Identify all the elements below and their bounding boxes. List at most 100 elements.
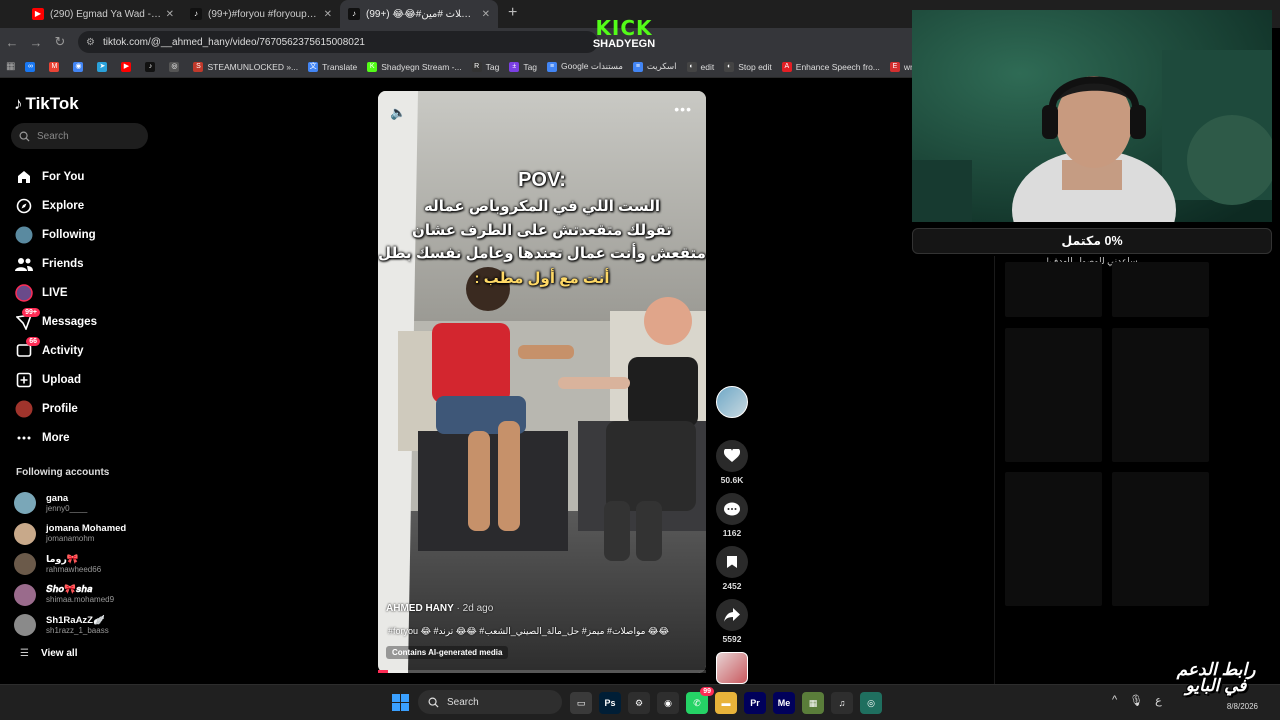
tiktok-logo[interactable]: ♪ TikTok xyxy=(14,94,79,114)
comment-button[interactable] xyxy=(716,493,748,525)
sidebar-item-for-you[interactable]: For You xyxy=(14,162,97,191)
following-account[interactable]: روما🎀 rahmawheed66 xyxy=(14,549,126,580)
folder-icon[interactable]: ▬ xyxy=(715,692,737,714)
tab-close-icon[interactable]: ✕ xyxy=(324,9,332,20)
gallery-icon[interactable]: ▦ xyxy=(802,692,824,714)
file-explorer-icon[interactable]: ▭ xyxy=(570,692,592,714)
sidebar-item-explore[interactable]: Explore xyxy=(14,191,97,220)
tiktok-icon: ♪ xyxy=(145,61,156,72)
sidebar-item-label: LIVE xyxy=(42,286,68,299)
obs-icon[interactable]: ◎ xyxy=(860,692,882,714)
video-progress-bar[interactable] xyxy=(378,670,706,673)
bookmark-item[interactable]: ± Tag xyxy=(509,61,537,72)
microphone-icon[interactable]: 🎙 xyxy=(1129,694,1143,707)
view-all-label: View all xyxy=(40,648,78,659)
windows-start-icon[interactable] xyxy=(392,694,409,716)
thumbnail[interactable] xyxy=(1005,472,1102,606)
settings-app-icon[interactable]: ⚙ xyxy=(628,692,650,714)
bookmark-label: Tag xyxy=(485,61,500,72)
photoshop-icon[interactable]: Ps xyxy=(599,692,621,714)
bookmark-item[interactable]: ∞ xyxy=(25,61,39,72)
bookmark-item[interactable]: S STEAMUNLOCKED »... xyxy=(193,61,298,72)
bookmark-item[interactable]: M xyxy=(49,61,63,72)
audio-icon[interactable]: ♫ xyxy=(831,692,853,714)
author-name[interactable]: AHMED HANY xyxy=(386,603,454,614)
thumbnail[interactable] xyxy=(1112,262,1209,317)
view-all-button[interactable]: ☰ View all xyxy=(20,648,77,659)
following-account[interactable]: Sh1RaAzZ🪽 sh1razz_1_baass xyxy=(14,610,126,641)
sidebar-item-more[interactable]: More xyxy=(14,423,97,452)
url-text: tiktok.com/@__ahmed_hany/video/767056237… xyxy=(102,36,365,48)
bookmark-item[interactable]: ◎ xyxy=(169,61,183,72)
video-player[interactable]: 🔈 ••• POV: الست اللي في المكروباص عماله … xyxy=(378,91,706,673)
edit-icon: ◐ xyxy=(686,61,697,72)
bookmark-item[interactable]: Ewrite arabic xyxy=(889,61,912,72)
apps-grid-icon[interactable]: ▦ xyxy=(6,61,15,72)
site-info-icon[interactable]: ⚙ xyxy=(86,37,95,48)
whatsapp-badge: 99 xyxy=(700,687,714,696)
browser-tab[interactable]: ▶ (290) Egmad Ya Wad - YouTube ✕ xyxy=(24,0,182,28)
chrome-taskbar-icon[interactable]: ◉ xyxy=(657,692,679,714)
sound-disc-icon[interactable] xyxy=(716,652,748,684)
sidebar-item-friends[interactable]: Friends xyxy=(14,249,97,278)
sidebar-item-upload[interactable]: Upload xyxy=(14,365,97,394)
account-handle: shimaa.mohamed9 xyxy=(46,595,115,605)
video-hashtags[interactable]: 😂😂 مواصلات# ميمز# حل_مالة_الصيني_الشعب# … xyxy=(388,626,688,637)
premiere-icon[interactable]: Pr xyxy=(744,692,766,714)
bookmark-item[interactable]: ≡ Google مستندات xyxy=(547,61,623,72)
support-link-watermark: رابط الدعم في البايو xyxy=(1168,661,1264,694)
following-account[interactable]: gana jenny0____ xyxy=(14,488,126,519)
bookmark-item[interactable]: ◐ Stop edit xyxy=(724,61,772,72)
bookmark-item[interactable]: ◉ xyxy=(73,61,87,72)
bookmark-item[interactable]: ♪ xyxy=(145,61,159,72)
tag-icon: R xyxy=(471,61,482,72)
following-account[interactable]: 𝑺𝒉𝒐🎀𝒔𝒉𝒂 shimaa.mohamed9 xyxy=(14,580,126,611)
thumbnail[interactable] xyxy=(1005,262,1102,317)
new-tab-button[interactable]: + xyxy=(498,0,527,28)
tab-close-icon[interactable]: ✕ xyxy=(166,9,174,20)
whatsapp-icon[interactable]: ✆ 99 xyxy=(686,687,714,714)
language-icon[interactable]: ع xyxy=(1155,694,1162,707)
thumbnail[interactable] xyxy=(1005,328,1102,462)
like-button[interactable] xyxy=(716,440,748,472)
bookmark-item[interactable]: ▶ xyxy=(121,61,135,72)
clock-date: 8/8/2026 xyxy=(1226,702,1258,711)
forward-icon[interactable]: → xyxy=(24,35,48,50)
following-account[interactable]: jomana Mohamed jomanamohm xyxy=(14,519,126,550)
thumbnail[interactable] xyxy=(1112,472,1209,606)
tab-close-icon[interactable]: ✕ xyxy=(482,9,490,20)
taskbar-search[interactable]: Search xyxy=(418,690,562,714)
browser-tab[interactable]: ♪ (99+) 😂😂#مواصلات #مين ✕ xyxy=(340,0,498,28)
sidebar-item-profile[interactable]: Profile xyxy=(14,394,97,423)
thumbnail[interactable] xyxy=(1112,328,1209,462)
tray-chevron-icon[interactable]: ^ xyxy=(1112,694,1117,707)
reload-icon[interactable]: ↻ xyxy=(48,34,72,50)
bookmark-item[interactable]: A Enhance Speech fro... xyxy=(781,61,880,72)
video-author[interactable]: AHMED HANY · 2d ago xyxy=(386,603,493,614)
creator-avatar[interactable] xyxy=(716,386,748,418)
sidebar-item-following[interactable]: Following xyxy=(14,220,97,249)
sidebar-item-live[interactable]: LIVE xyxy=(14,278,97,307)
save-button[interactable] xyxy=(716,546,748,578)
following-accounts-title: Following accounts xyxy=(16,467,110,478)
share-button[interactable] xyxy=(716,599,748,631)
bookmark-item[interactable]: R Tag xyxy=(471,61,500,72)
media-encoder-icon[interactable]: Me xyxy=(773,692,795,714)
video-more-icon[interactable]: ••• xyxy=(674,101,692,117)
search-input[interactable]: Search xyxy=(11,123,148,149)
sidebar-item-label: Friends xyxy=(42,257,84,270)
back-icon[interactable]: ← xyxy=(0,35,24,50)
sidebar-item-activity[interactable]: 66 Activity xyxy=(14,336,97,365)
youtube-icon: ▶ xyxy=(121,61,132,72)
browser-tab[interactable]: ♪ (99+)#foryou #foryoupage #fy ✕ xyxy=(182,0,340,28)
mute-icon[interactable]: 🔈 xyxy=(390,105,406,121)
bookmark-item[interactable]: 文 Translate xyxy=(308,61,357,72)
url-bar[interactable]: ⚙ tiktok.com/@__ahmed_hany/video/7670562… xyxy=(78,31,598,53)
bookmark-item[interactable]: ➤ xyxy=(97,61,111,72)
account-name: 𝑺𝒉𝒐🎀𝒔𝒉𝒂 xyxy=(46,584,93,596)
sidebar-item-messages[interactable]: 99+ Messages xyxy=(14,307,97,336)
chrome-icon: ◉ xyxy=(73,61,84,72)
bookmark-item[interactable]: ≡ اسكريت xyxy=(632,61,677,72)
bookmark-item[interactable]: ◐ edit xyxy=(686,61,714,72)
bookmark-item[interactable]: K Shadyegn Stream -... xyxy=(367,61,462,72)
